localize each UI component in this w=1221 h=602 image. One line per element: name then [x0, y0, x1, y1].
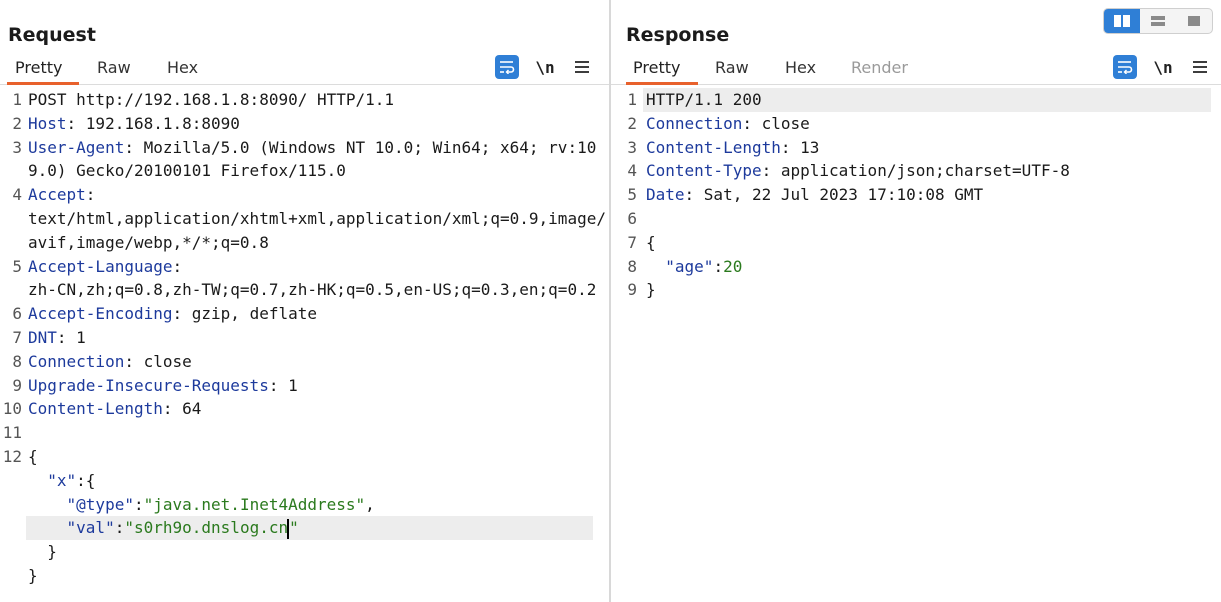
- single-view-button[interactable]: [1176, 9, 1212, 33]
- code-line-current: "val":"s0rh9o.dnslog.cn": [0, 516, 609, 541]
- request-editor[interactable]: 1 POST http://192.168.1.8:8090/ HTTP/1.1 …: [0, 88, 609, 602]
- layout-view-toggle: [1103, 8, 1213, 34]
- code-line: 7 DNT: 1: [12, 327, 86, 347]
- code-line: 10 Content-Length: 64: [2, 399, 202, 419]
- code-line: 8 "age":20: [627, 256, 743, 276]
- tab-raw[interactable]: Raw: [715, 58, 749, 77]
- tab-pretty[interactable]: Pretty: [633, 58, 680, 77]
- code-line: 9}: [627, 280, 656, 300]
- code-line: 4 Accept: text/html,application/xhtml+xml…: [12, 185, 606, 252]
- code-line: }: [28, 565, 38, 585]
- code-line: 2 Host: 192.168.1.8:8090: [12, 113, 240, 133]
- tab-render[interactable]: Render: [851, 58, 908, 77]
- request-tabs: Pretty Raw Hex: [0, 54, 609, 85]
- code-line: "@type":"java.net.Inet4Address",: [66, 494, 375, 514]
- code-line: 8 Connection: close: [12, 351, 192, 371]
- code-line: 6 Accept-Encoding: gzip, deflate: [12, 304, 317, 324]
- single-pane-icon: [1188, 16, 1200, 26]
- code-line: 1 POST http://192.168.1.8:8090/ HTTP/1.1: [12, 90, 395, 109]
- response-editor[interactable]: 1 HTTP/1.1 200 2 Connection: close 3 Conten…: [611, 88, 1221, 602]
- code-line: 3 User-Agent: Mozilla/5.0 (Windows NT 10.…: [12, 137, 597, 181]
- side-by-side-view-button[interactable]: [1104, 9, 1140, 33]
- code-line: 12{: [2, 446, 38, 466]
- code-line: 6: [627, 208, 637, 228]
- code-line: 5 Date: Sat, 22 Jul 2023 17:10:08 GMT: [627, 185, 984, 205]
- active-tab-indicator: [7, 82, 79, 85]
- stacked-view-button[interactable]: [1140, 9, 1176, 33]
- code-line: 11: [2, 423, 22, 443]
- request-panel: Request \n Pretty Raw Hex 1 POST http://1…: [0, 0, 609, 602]
- code-line: 5 Accept-Language: zh-CN,zh;q=0.8,zh-TW;q…: [12, 256, 597, 300]
- tab-raw[interactable]: Raw: [97, 58, 131, 77]
- active-tab-indicator: [626, 82, 698, 85]
- code-line: 3 Content-Length: 13: [627, 137, 820, 157]
- code-line-current: 1 HTTP/1.1 200: [611, 88, 1221, 112]
- response-tabs: Pretty Raw Hex Render: [611, 54, 1221, 85]
- tab-pretty[interactable]: Pretty: [15, 58, 62, 77]
- request-title: Request: [8, 24, 96, 46]
- response-panel: Response \n Pretty Raw Hex Render 1 HTTP/…: [611, 0, 1221, 602]
- code-line: 9 Upgrade-Insecure-Requests: 1: [12, 375, 298, 395]
- code-line: }: [28, 542, 57, 562]
- tab-hex[interactable]: Hex: [785, 58, 816, 77]
- code-line: 7{: [627, 232, 656, 252]
- response-title: Response: [626, 24, 730, 46]
- code-line: 2 Connection: close: [627, 113, 810, 133]
- tab-hex[interactable]: Hex: [167, 58, 198, 77]
- rows-layout-icon: [1151, 16, 1165, 26]
- columns-layout-icon: [1114, 15, 1130, 27]
- code-line: 4 Content-Type: application/json;charset=…: [627, 161, 1070, 181]
- code-line: "x":{: [47, 470, 96, 490]
